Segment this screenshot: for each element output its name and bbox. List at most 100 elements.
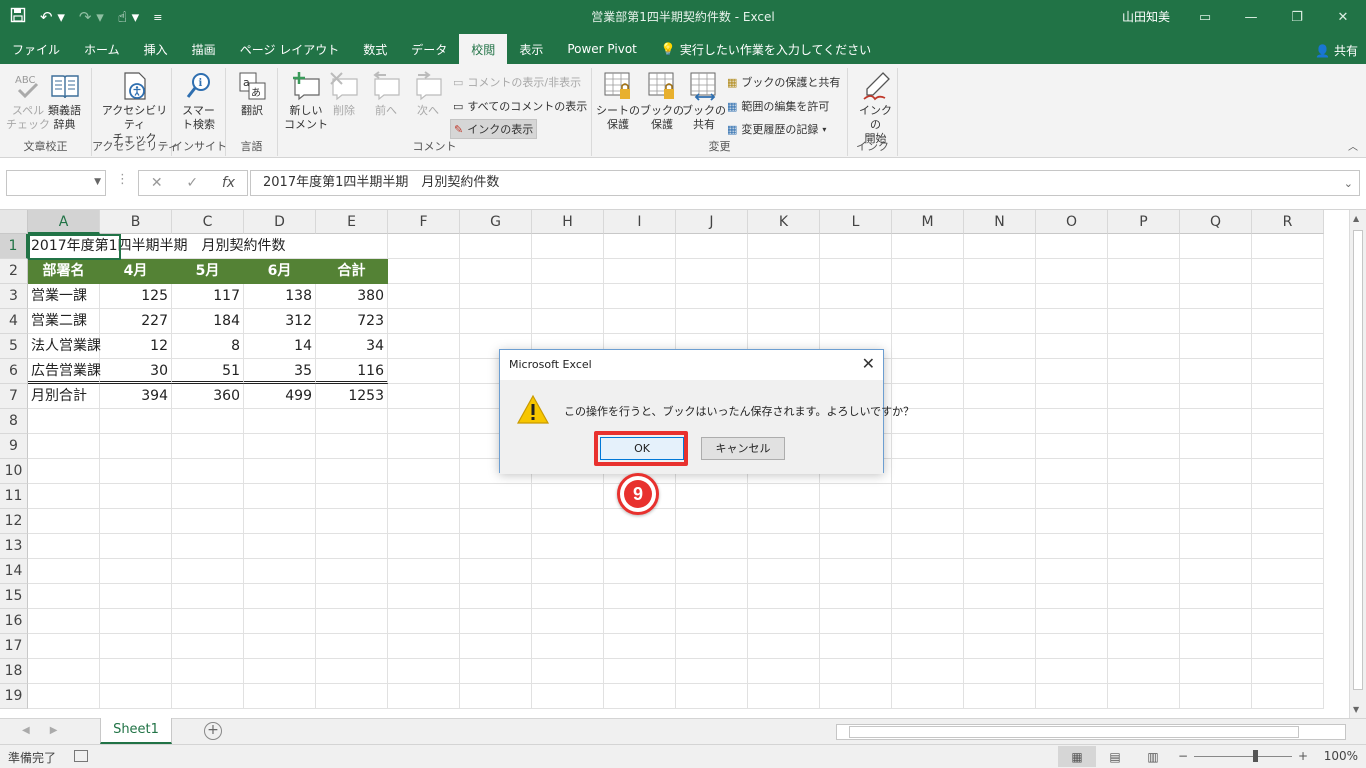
cell-i15[interactable] (604, 584, 676, 609)
tab-power-pivot[interactable]: Power Pivot (555, 34, 649, 64)
insert-function-icon[interactable]: fx (222, 175, 235, 191)
new-comment-button[interactable]: 新しい コメント (284, 70, 328, 132)
cell-l13[interactable] (820, 534, 892, 559)
cell-k15[interactable] (748, 584, 820, 609)
cell-l11[interactable] (820, 484, 892, 509)
cell-n9[interactable] (964, 434, 1036, 459)
cell-f6[interactable] (388, 359, 460, 384)
cell-r14[interactable] (1252, 559, 1324, 584)
cell-k11[interactable] (748, 484, 820, 509)
cell-j18[interactable] (676, 659, 748, 684)
cell-r12[interactable] (1252, 509, 1324, 534)
cell-o6[interactable] (1036, 359, 1108, 384)
cell-j1[interactable] (676, 234, 748, 259)
cell-c16[interactable] (172, 609, 244, 634)
ribbon-display-icon[interactable]: ▭ (1182, 0, 1228, 34)
cell-p12[interactable] (1108, 509, 1180, 534)
cell-o17[interactable] (1036, 634, 1108, 659)
cell-f5[interactable] (388, 334, 460, 359)
cell-e4[interactable]: 723 (316, 309, 388, 334)
cell-b8[interactable] (100, 409, 172, 434)
row-header[interactable]: 17 (0, 634, 28, 659)
cell-d19[interactable] (244, 684, 316, 709)
collapse-ribbon-icon[interactable]: ︿ (1348, 138, 1358, 153)
cell-n16[interactable] (964, 609, 1036, 634)
row-header[interactable]: 15 (0, 584, 28, 609)
track-changes-button[interactable]: ▦ 変更履歴の記録 ▾ (724, 119, 829, 139)
cell-a9[interactable] (28, 434, 100, 459)
cell-n5[interactable] (964, 334, 1036, 359)
cell-r16[interactable] (1252, 609, 1324, 634)
cell-n3[interactable] (964, 284, 1036, 309)
cell-p1[interactable] (1108, 234, 1180, 259)
cell-j13[interactable] (676, 534, 748, 559)
show-hide-comment-button[interactable]: ▭ コメントの表示/非表示 (450, 72, 584, 92)
user-name[interactable]: 山田知美 (1122, 8, 1170, 25)
cell-h15[interactable] (532, 584, 604, 609)
row-header[interactable]: 19 (0, 684, 28, 709)
cell-i2[interactable] (604, 259, 676, 284)
column-header-i[interactable]: I (604, 210, 676, 234)
row-header[interactable]: 11 (0, 484, 28, 509)
cell-n7[interactable] (964, 384, 1036, 409)
cell-c4[interactable]: 184 (172, 309, 244, 334)
column-header-a[interactable]: A (28, 210, 100, 234)
cell-d9[interactable] (244, 434, 316, 459)
cell-r10[interactable] (1252, 459, 1324, 484)
cell-a17[interactable] (28, 634, 100, 659)
cell-i3[interactable] (604, 284, 676, 309)
column-header-d[interactable]: D (244, 210, 316, 234)
show-all-comments-button[interactable]: ▭ すべてのコメントの表示 (450, 96, 590, 116)
cell-c8[interactable] (172, 409, 244, 434)
cell-i17[interactable] (604, 634, 676, 659)
cell-h12[interactable] (532, 509, 604, 534)
share-workbook-button[interactable]: ブックの 共有 (682, 70, 726, 132)
cell-m9[interactable] (892, 434, 964, 459)
expand-formula-icon[interactable]: ⌄ (1344, 172, 1353, 196)
cell-l19[interactable] (820, 684, 892, 709)
cell-q13[interactable] (1180, 534, 1252, 559)
cell-p9[interactable] (1108, 434, 1180, 459)
cell-r19[interactable] (1252, 684, 1324, 709)
allow-edit-ranges-button[interactable]: ▦ 範囲の編集を許可 (724, 96, 832, 116)
cell-q18[interactable] (1180, 659, 1252, 684)
cell-c15[interactable] (172, 584, 244, 609)
cell-m14[interactable] (892, 559, 964, 584)
cell-b5[interactable]: 12 (100, 334, 172, 359)
cell-r7[interactable] (1252, 384, 1324, 409)
cell-b17[interactable] (100, 634, 172, 659)
cell-d7[interactable]: 499 (244, 384, 316, 409)
cell-d14[interactable] (244, 559, 316, 584)
cell-m17[interactable] (892, 634, 964, 659)
cell-e15[interactable] (316, 584, 388, 609)
cell-g14[interactable] (460, 559, 532, 584)
cell-n4[interactable] (964, 309, 1036, 334)
cell-o7[interactable] (1036, 384, 1108, 409)
row-header[interactable]: 14 (0, 559, 28, 584)
cell-d13[interactable] (244, 534, 316, 559)
cell-q3[interactable] (1180, 284, 1252, 309)
cell-f19[interactable] (388, 684, 460, 709)
cell-f7[interactable] (388, 384, 460, 409)
tab-view[interactable]: 表示 (507, 34, 555, 64)
smart-lookup-button[interactable]: i スマー ト検索 (182, 70, 215, 132)
cell-e5[interactable]: 34 (316, 334, 388, 359)
cell-e2[interactable]: 合計 (316, 259, 388, 284)
cell-h16[interactable] (532, 609, 604, 634)
cell-o19[interactable] (1036, 684, 1108, 709)
cell-e7[interactable]: 1253 (316, 384, 388, 409)
cell-j2[interactable] (676, 259, 748, 284)
cell-d11[interactable] (244, 484, 316, 509)
cell-r3[interactable] (1252, 284, 1324, 309)
cell-r17[interactable] (1252, 634, 1324, 659)
normal-view-icon[interactable]: ▦ (1058, 746, 1096, 767)
cell-d12[interactable] (244, 509, 316, 534)
cell-l3[interactable] (820, 284, 892, 309)
zoom-in-icon[interactable]: + (1298, 749, 1308, 763)
cell-i13[interactable] (604, 534, 676, 559)
cell-n15[interactable] (964, 584, 1036, 609)
cell-c13[interactable] (172, 534, 244, 559)
cell-a8[interactable] (28, 409, 100, 434)
cell-p15[interactable] (1108, 584, 1180, 609)
cell-n19[interactable] (964, 684, 1036, 709)
